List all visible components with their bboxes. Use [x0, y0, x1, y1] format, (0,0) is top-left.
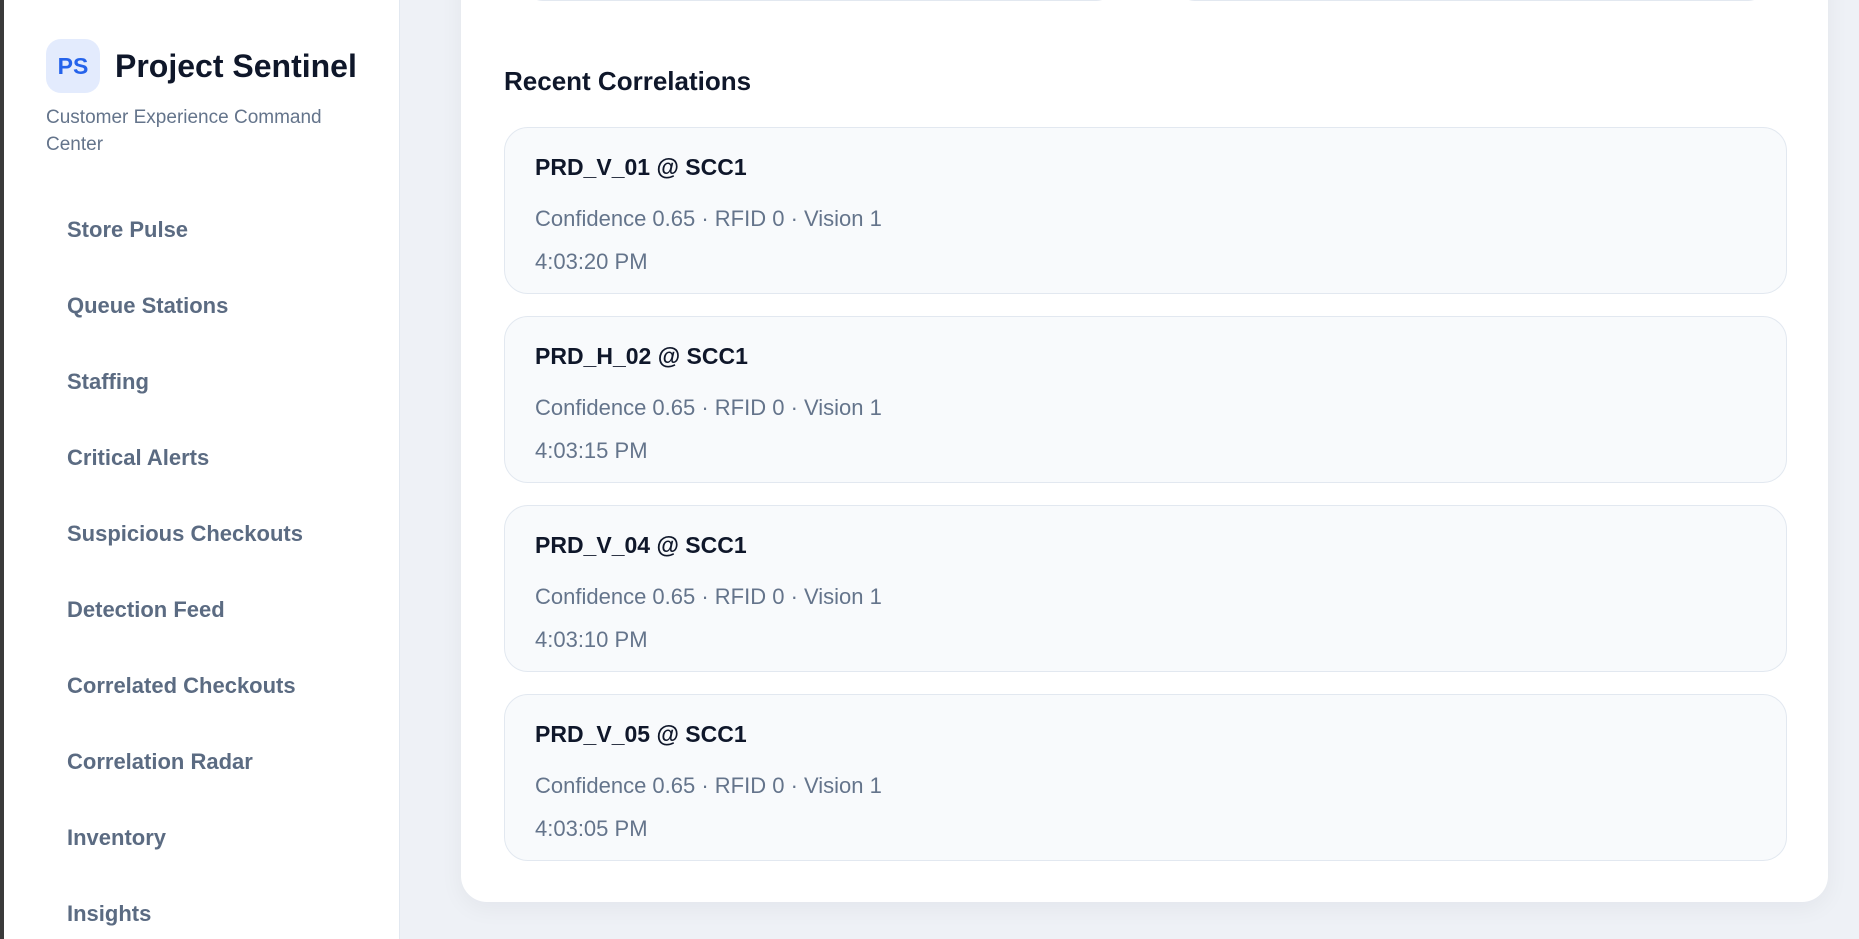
correlation-list: PRD_V_01 @ SCC1 Confidence 0.65 · RFID 0… [504, 127, 1787, 883]
sidebar: PS Project Sentinel Customer Experience … [4, 0, 400, 939]
previous-card-left [523, 0, 1116, 1]
correlation-item[interactable]: PRD_V_05 @ SCC1 Confidence 0.65 · RFID 0… [504, 694, 1787, 861]
sidebar-item-inventory[interactable]: Inventory [67, 820, 303, 896]
sidebar-item-queue-stations[interactable]: Queue Stations [67, 288, 303, 364]
previous-card-right [1175, 0, 1768, 1]
correlation-meta: Confidence 0.65 · RFID 0 · Vision 1 [535, 584, 882, 609]
correlation-title: PRD_V_04 @ SCC1 [535, 532, 747, 558]
sidebar-nav: Store Pulse Queue Stations Staffing Crit… [67, 212, 303, 939]
correlation-title: PRD_H_02 @ SCC1 [535, 343, 748, 369]
correlation-time: 4:03:20 PM [535, 249, 648, 274]
correlation-meta: Confidence 0.65 · RFID 0 · Vision 1 [535, 206, 882, 231]
sidebar-item-staffing[interactable]: Staffing [67, 364, 303, 440]
section-heading: Recent Correlations [504, 66, 752, 96]
correlation-time: 4:03:10 PM [535, 627, 648, 652]
correlation-item[interactable]: PRD_H_02 @ SCC1 Confidence 0.65 · RFID 0… [504, 316, 1787, 483]
logo-badge: PS [46, 39, 100, 93]
correlation-meta: Confidence 0.65 · RFID 0 · Vision 1 [535, 395, 882, 420]
sidebar-item-store-pulse[interactable]: Store Pulse [67, 212, 303, 288]
main-panel: Recent Correlations PRD_V_01 @ SCC1 Conf… [461, 0, 1828, 902]
correlation-title: PRD_V_05 @ SCC1 [535, 721, 747, 747]
correlation-time: 4:03:15 PM [535, 438, 648, 463]
sidebar-item-detection-feed[interactable]: Detection Feed [67, 592, 303, 668]
app-title: Project Sentinel [115, 48, 357, 84]
sidebar-item-correlated-checkouts[interactable]: Correlated Checkouts [67, 668, 303, 744]
sidebar-item-correlation-radar[interactable]: Correlation Radar [67, 744, 303, 820]
correlation-time: 4:03:05 PM [535, 816, 648, 841]
correlation-item[interactable]: PRD_V_04 @ SCC1 Confidence 0.65 · RFID 0… [504, 505, 1787, 672]
app-subtitle: Customer Experience Command Center [46, 107, 322, 155]
sidebar-item-insights[interactable]: Insights [67, 896, 303, 939]
correlation-item[interactable]: PRD_V_01 @ SCC1 Confidence 0.65 · RFID 0… [504, 127, 1787, 294]
sidebar-item-suspicious-checkouts[interactable]: Suspicious Checkouts [67, 516, 303, 592]
sidebar-item-critical-alerts[interactable]: Critical Alerts [67, 440, 303, 516]
correlation-title: PRD_V_01 @ SCC1 [535, 154, 747, 180]
correlation-meta: Confidence 0.65 · RFID 0 · Vision 1 [535, 773, 882, 798]
